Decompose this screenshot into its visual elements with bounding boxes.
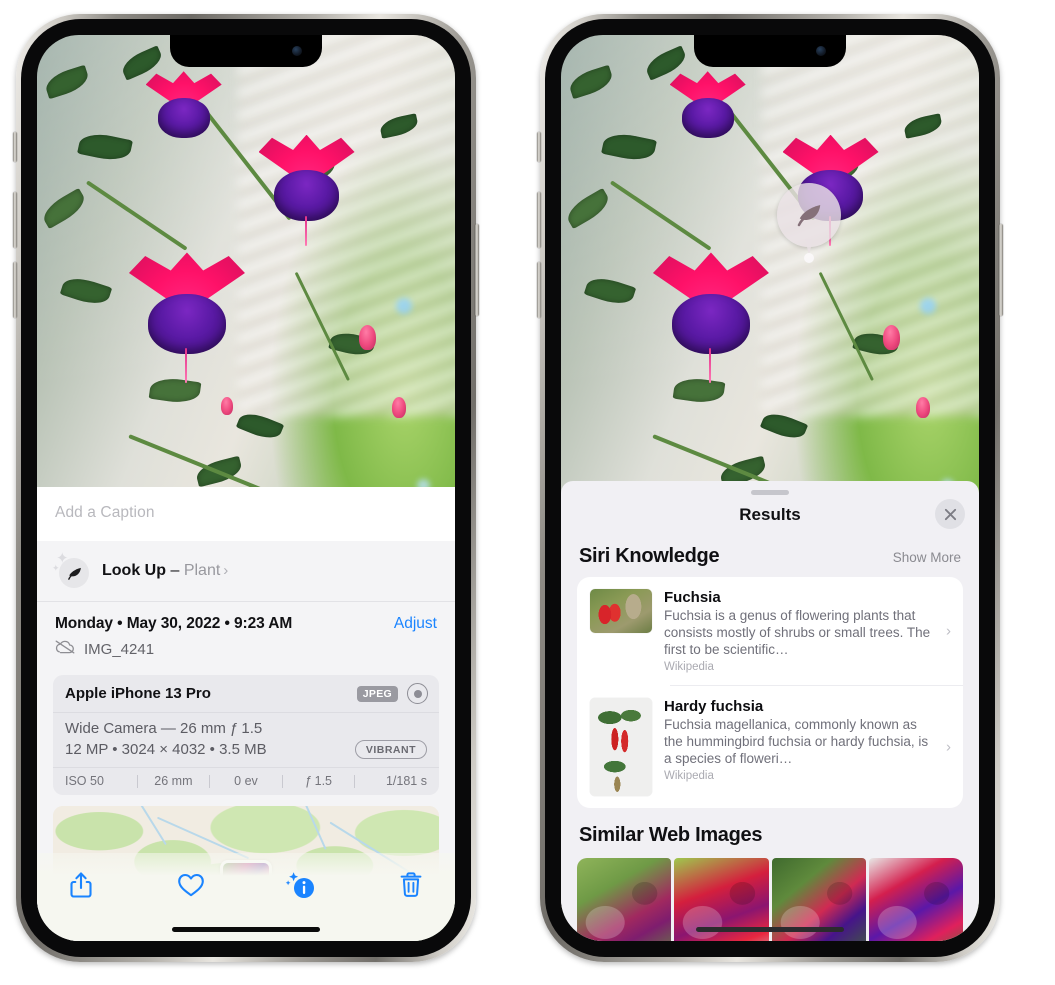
chevron-right-icon: › [223, 562, 229, 579]
volume-up-button-left[interactable] [13, 192, 17, 248]
siri-knowledge-card: Fuchsia Fuchsia is a genus of flowering … [577, 577, 963, 808]
result-title: Fuchsia [664, 589, 721, 606]
info-button[interactable] [281, 865, 321, 905]
list-item[interactable]: Hardy fuchsia Fuchsia magellanica, commo… [577, 686, 963, 808]
home-indicator-right[interactable] [696, 927, 844, 932]
heart-icon [178, 873, 204, 897]
leaf-icon [59, 558, 89, 588]
close-icon [944, 508, 956, 520]
similar-web-images-title: Similar Web Images [579, 824, 763, 846]
result-snippet: Fuchsia magellanica, commonly known as t… [664, 717, 929, 766]
iphone-left: Add a Caption ✦ ✦ Look Up – Plant › Mond… [13, 14, 479, 962]
visual-look-up-badge[interactable] [777, 183, 841, 263]
front-camera-icon [292, 46, 302, 56]
camera-device: Apple iPhone 13 Pro [65, 685, 211, 702]
date-block: Monday • May 30, 2022 • 9:23 AM Adjust I… [37, 602, 455, 671]
notch-right [694, 35, 846, 67]
similar-web-images-header: Similar Web Images [561, 808, 979, 856]
list-item[interactable]: Fuchsia Fuchsia is a genus of flowering … [577, 577, 963, 685]
result-snippet: Fuchsia is a genus of flowering plants t… [664, 608, 931, 657]
notch-left [170, 35, 322, 67]
exif-shutter: 1/181 s [385, 774, 427, 788]
siri-knowledge-title: Siri Knowledge [579, 545, 720, 567]
share-button[interactable] [61, 865, 101, 905]
screenshot-stage: Add a Caption ✦ ✦ Look Up – Plant › Mond… [0, 0, 1055, 985]
photos-ui-left: Add a Caption ✦ ✦ Look Up – Plant › Mond… [37, 35, 455, 941]
leaf-icon [777, 183, 841, 247]
adjust-button[interactable]: Adjust [394, 615, 437, 633]
home-indicator-left[interactable] [172, 927, 320, 932]
info-sparkle-icon [285, 872, 314, 898]
photographic-style-badge: VIBRANT [354, 740, 427, 759]
exif-ev: 0 ev [234, 774, 258, 788]
caption-input[interactable]: Add a Caption [37, 487, 455, 541]
share-icon [70, 872, 92, 898]
look-up-row[interactable]: ✦ ✦ Look Up – Plant › [37, 541, 455, 602]
result-source: Wikipedia [664, 770, 714, 782]
volume-down-button-right[interactable] [537, 262, 541, 318]
exif-stats: ISO 50 26 mm 0 ev ƒ 1.5 1/181 s [53, 768, 439, 795]
chevron-right-icon: › [946, 738, 951, 756]
web-image-thumbnail[interactable] [868, 858, 963, 941]
look-up-label: Look Up – Plant › [102, 562, 228, 580]
favorite-button[interactable] [171, 865, 211, 905]
screen-right: Results Siri Knowledge Show More Fuchsia… [561, 35, 979, 941]
delete-button[interactable] [391, 865, 431, 905]
volume-up-button-right[interactable] [537, 192, 541, 248]
cloud-slash-icon [55, 640, 75, 659]
lens-info: Wide Camera — 26 mm ƒ 1.5 [65, 720, 263, 737]
look-up-title: Look Up [102, 562, 166, 579]
screen-left: Add a Caption ✦ ✦ Look Up – Plant › Mond… [37, 35, 455, 941]
trash-icon [400, 872, 422, 897]
web-image-thumbnail[interactable] [577, 858, 672, 941]
side-power-button-left[interactable] [475, 224, 479, 316]
exif-focal: 26 mm [154, 774, 193, 788]
fuchsia-red-flowers-thumbnail [590, 589, 652, 633]
side-power-button-right[interactable] [999, 224, 1003, 316]
file-name: IMG_4241 [84, 641, 155, 658]
show-more-button[interactable]: Show More [893, 550, 961, 565]
format-badge: JPEG [356, 685, 398, 702]
image-specs: 12 MP • 3024 × 4032 • 3.5 MB [65, 741, 267, 758]
results-header: Results [561, 495, 979, 529]
look-up-glyph: ✦ ✦ [52, 551, 89, 588]
results-title: Results [739, 505, 801, 524]
front-camera-icon [816, 46, 826, 56]
result-title: Hardy fuchsia [664, 698, 764, 715]
exif-card: Apple iPhone 13 Pro JPEG Wide Camera — 2… [53, 675, 439, 795]
photo-info-sheet: Add a Caption ✦ ✦ Look Up – Plant › Mond… [37, 487, 455, 941]
hardy-fuchsia-specimen-thumbnail [590, 698, 652, 796]
iphone-right: Results Siri Knowledge Show More Fuchsia… [537, 14, 1003, 962]
close-button[interactable] [935, 499, 965, 529]
raw-lens-icon [407, 683, 428, 704]
photo-date: Monday • May 30, 2022 • 9:23 AM [55, 615, 293, 632]
badge-pointer [804, 239, 814, 265]
siri-knowledge-header: Siri Knowledge Show More [561, 529, 979, 577]
look-up-subject: Plant [183, 562, 221, 579]
chevron-right-icon: › [946, 622, 951, 640]
mute-switch-right[interactable] [537, 132, 541, 162]
result-source: Wikipedia [664, 661, 714, 673]
exif-aperture: ƒ 1.5 [305, 774, 332, 788]
exif-iso: ISO 50 [65, 774, 104, 788]
volume-down-button-left[interactable] [13, 262, 17, 318]
mute-switch-left[interactable] [13, 132, 17, 162]
results-sheet: Results Siri Knowledge Show More Fuchsia… [561, 481, 979, 941]
